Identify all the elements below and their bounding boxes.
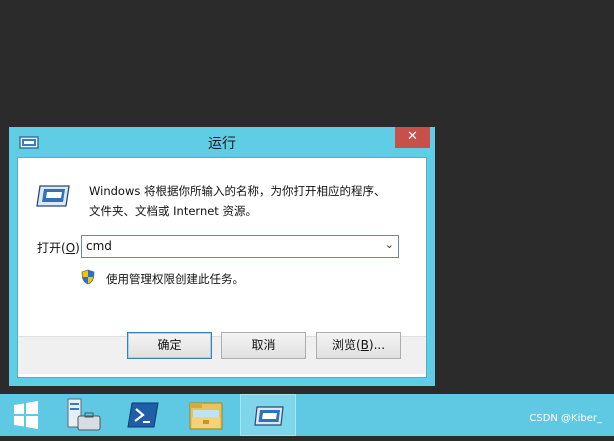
open-label-prefix: 打开( [37,241,66,255]
run-dialog: 运行 ✕ Windows 将根据你所输入的名称，为你打开相应的程序、 文件夹、文… [9,127,435,386]
browse-label-suffix: )... [368,338,386,352]
watermark: CSDN @Kiber_ [529,413,602,424]
server-manager-icon [67,398,101,431]
cancel-button[interactable]: 取消 [221,332,306,359]
ok-button[interactable]: 确定 [127,332,212,359]
title-bar[interactable]: 运行 ✕ [9,127,435,157]
chevron-down-icon[interactable]: ⌄ [385,238,394,251]
open-label-hotkey: O [65,241,76,255]
taskbar-item-powershell[interactable] [118,394,170,436]
windows-start-icon [14,401,38,429]
powershell-icon [127,402,159,428]
command-combobox[interactable]: cmd ⌄ [81,235,399,258]
close-button[interactable]: ✕ [395,127,430,148]
browse-label-hotkey: B [360,338,369,352]
dialog-description: Windows 将根据你所输入的名称，为你打开相应的程序、 文件夹、文档或 In… [89,181,419,221]
open-label: 打开(O): [37,239,84,256]
run-icon [36,185,70,207]
description-line-2: 文件夹、文档或 Internet 资源。 [89,204,257,218]
uac-note: 使用管理权限创建此任务。 [106,272,244,286]
taskbar-item-start[interactable] [0,394,52,436]
dialog-title: 运行 [208,136,236,152]
browse-label-prefix: 浏览( [331,338,361,352]
taskbar-item-run[interactable] [240,394,296,436]
taskbar-item-server-manager[interactable] [56,394,108,436]
command-input[interactable]: cmd [86,239,112,253]
uac-shield-icon [81,269,95,285]
run-icon [254,406,284,426]
description-line-1: Windows 将根据你所输入的名称，为你打开相应的程序、 [89,184,386,198]
taskbar-item-file-explorer[interactable] [180,394,232,436]
taskbar [0,394,614,436]
browse-button[interactable]: 浏览(B)... [316,332,401,359]
folder-icon [189,402,223,430]
